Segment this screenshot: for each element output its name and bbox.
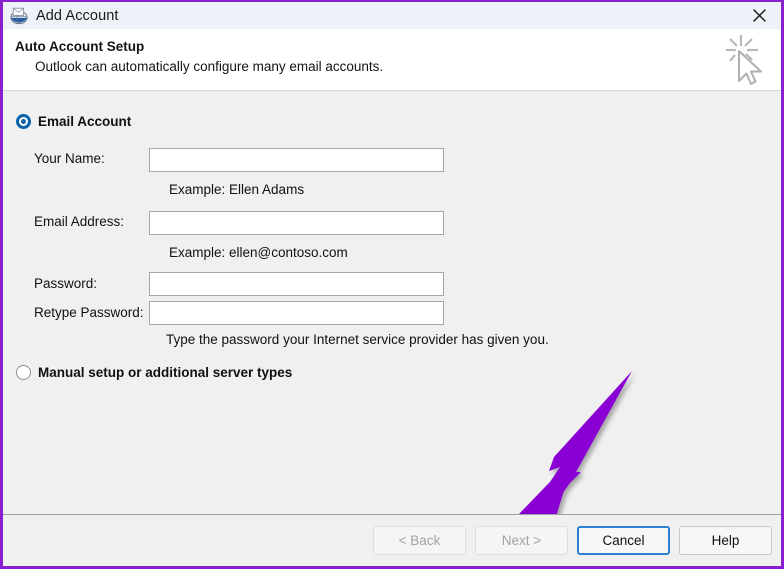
your-name-input[interactable]: [149, 148, 444, 172]
back-button[interactable]: < Back: [373, 526, 466, 555]
close-icon[interactable]: [737, 2, 781, 29]
your-name-hint: Example: Ellen Adams: [169, 182, 304, 197]
wizard-header: Auto Account Setup Outlook can automatic…: [3, 29, 781, 91]
next-button[interactable]: Next >: [475, 526, 568, 555]
page-subtitle: Outlook can automatically configure many…: [35, 59, 383, 74]
email-address-input[interactable]: [149, 211, 444, 235]
email-address-hint: Example: ellen@contoso.com: [169, 245, 348, 260]
window-title: Add Account: [36, 8, 119, 24]
retype-password-input[interactable]: [149, 301, 444, 325]
title-bar: Add Account: [3, 2, 781, 29]
email-address-label: Email Address:: [34, 214, 124, 229]
radio-email-account-indicator: [16, 114, 31, 129]
outlook-globe-envelope-icon: [10, 7, 28, 25]
dialog-body: Email Account Your Name: Example: Ellen …: [3, 92, 781, 514]
radio-manual-setup-indicator: [16, 365, 31, 380]
cancel-button[interactable]: Cancel: [577, 526, 670, 555]
password-input[interactable]: [149, 272, 444, 296]
radio-email-account-label: Email Account: [38, 114, 131, 129]
page-title: Auto Account Setup: [15, 39, 144, 54]
password-hint: Type the password your Internet service …: [166, 332, 549, 347]
cursor-sparkle-icon: [717, 31, 773, 89]
password-label: Password:: [34, 276, 97, 291]
help-button[interactable]: Help: [679, 526, 772, 555]
dialog-footer: < Back Next > Cancel Help: [3, 514, 781, 566]
radio-manual-setup-label: Manual setup or additional server types: [38, 365, 292, 380]
retype-password-label: Retype Password:: [34, 305, 144, 320]
radio-email-account[interactable]: Email Account: [16, 114, 131, 129]
radio-manual-setup[interactable]: Manual setup or additional server types: [16, 365, 292, 380]
add-account-dialog: Add Account Auto Account Setup Outlook c…: [0, 0, 784, 569]
your-name-label: Your Name:: [34, 151, 105, 166]
